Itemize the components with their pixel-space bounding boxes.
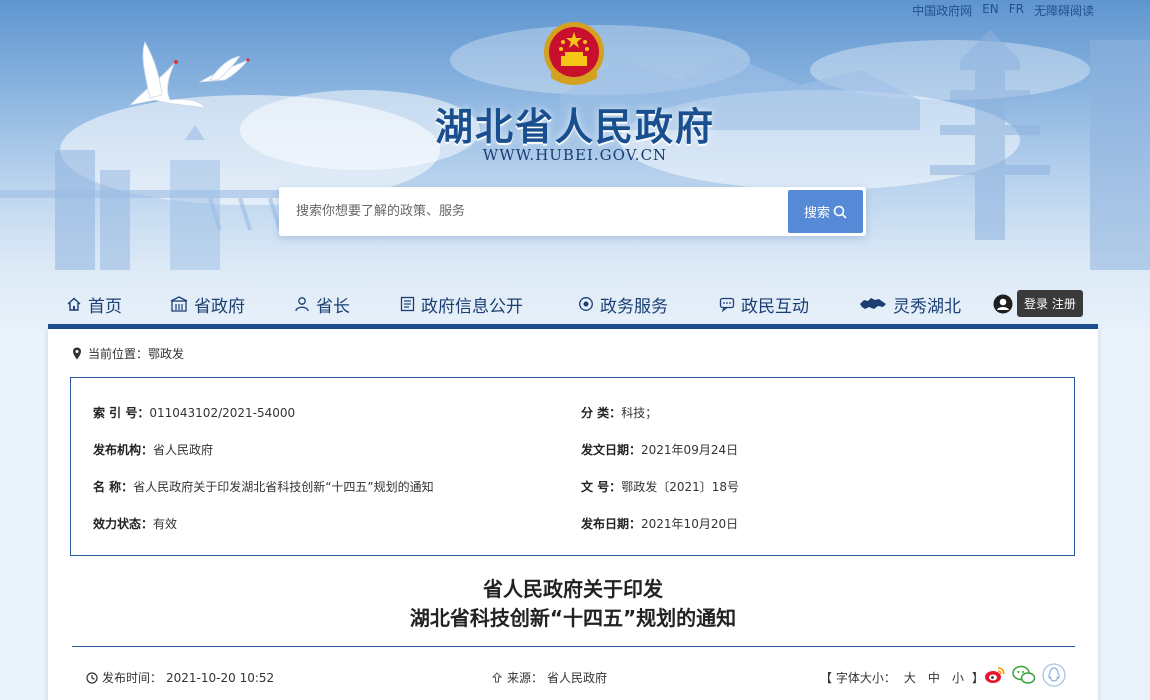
search-icon: [833, 205, 847, 219]
chat-icon: [719, 297, 735, 312]
link-gov-cn[interactable]: 中国政府网: [912, 2, 972, 19]
meta-index-value: 011043102/2021-54000: [149, 406, 296, 420]
meta-status-label: 效力状态：: [93, 517, 154, 531]
meta-category: 分 类：科技；: [581, 404, 657, 421]
weibo-share-icon[interactable]: [984, 665, 1006, 685]
publish-time: 发布时间： 2021-10-20 10:52: [86, 669, 274, 686]
nav-item-gov-services[interactable]: 政务服务: [578, 292, 668, 317]
meta-index: 索 引 号：011043102/2021-54000: [93, 404, 295, 421]
source-label: 来源：: [507, 671, 544, 685]
meta-issuer-label: 发布机构：: [93, 443, 154, 457]
search-button-label: 搜索: [803, 206, 830, 221]
nav-item-provincial-gov[interactable]: 省政府: [170, 292, 245, 317]
meta-publish-date-label: 发布日期：: [581, 517, 642, 531]
meta-name: 名 称：省人民政府关于印发湖北省科技创新“十四五”规划的通知: [93, 478, 434, 495]
font-size-control: 【 字体大小： 大 中 小 】: [820, 669, 984, 686]
nav-item-label: 省长: [316, 296, 350, 317]
meta-doc-number-value: 鄂政发〔2021〕18号: [621, 480, 739, 494]
national-emblem-icon: [544, 22, 604, 85]
font-size-large[interactable]: 大: [904, 669, 916, 686]
document-metadata-box: 索 引 号：011043102/2021-54000 分 类：科技； 发布机构：…: [70, 377, 1075, 556]
breadcrumb-label: 当前位置：: [88, 347, 149, 361]
meta-issuer-value: 省人民政府: [153, 443, 214, 457]
search-button[interactable]: 搜索: [788, 190, 863, 233]
meta-doc-date: 发文日期：2021年09月24日: [581, 441, 738, 458]
qzone-share-icon[interactable]: [1042, 663, 1066, 687]
document-icon: [400, 296, 415, 312]
font-size-medium[interactable]: 中: [928, 669, 940, 686]
source-icon: [491, 671, 503, 682]
location-pin-icon: [73, 347, 81, 360]
link-accessibility[interactable]: 无障碍阅读: [1034, 2, 1094, 19]
meta-publish-date: 发布日期：2021年10月20日: [581, 515, 738, 532]
link-french[interactable]: FR: [1009, 2, 1024, 19]
publish-time-label: 发布时间：: [102, 671, 163, 685]
nav-item-label: 政务服务: [600, 296, 668, 317]
nav-item-lingxiu-hubei[interactable]: 灵秀湖北: [859, 292, 961, 317]
home-icon: [67, 297, 81, 311]
link-english[interactable]: EN: [982, 2, 999, 19]
font-size-end: 】: [971, 671, 984, 685]
search-bar: 搜索: [279, 187, 866, 236]
source: 来源： 省人民政府: [491, 669, 607, 686]
building-icon: [170, 296, 188, 312]
font-size-small[interactable]: 小: [952, 669, 964, 686]
title-divider: [72, 646, 1075, 647]
nav-item-home[interactable]: 首页: [66, 292, 122, 317]
article-panel: 当前位置：鄂政发 索 引 号：011043102/2021-54000 分 类：…: [48, 329, 1098, 700]
nav-item-label: 政民互动: [741, 296, 809, 317]
source-value: 省人民政府: [547, 671, 608, 685]
meta-index-label: 索 引 号：: [93, 406, 150, 420]
nav-item-info-disclosure[interactable]: 政府信息公开: [400, 292, 523, 317]
nav-item-interaction[interactable]: 政民互动: [719, 292, 809, 317]
nav-item-label: 政府信息公开: [421, 296, 523, 317]
meta-category-label: 分 类：: [581, 406, 622, 420]
search-input[interactable]: [282, 190, 788, 233]
site-url: WWW.HUBEI.GOV.CN: [482, 146, 668, 164]
share-icons: [984, 663, 1066, 687]
wechat-share-icon[interactable]: [1012, 665, 1036, 685]
clock-icon: [86, 671, 98, 684]
nav-item-label: 省政府: [194, 296, 245, 317]
meta-name-label: 名 称：: [93, 480, 134, 494]
document-title-line1: 省人民政府关于印发: [483, 577, 663, 601]
service-icon: [579, 297, 593, 311]
meta-doc-number: 文 号：鄂政发〔2021〕18号: [581, 478, 739, 495]
site-title: 湖北省人民政府: [434, 105, 715, 149]
meta-name-value: 省人民政府关于印发湖北省科技创新“十四五”规划的通知: [133, 480, 434, 494]
publish-time-value: 2021-10-20 10:52: [166, 670, 275, 685]
meta-publish-date-value: 2021年10月20日: [641, 517, 739, 531]
meta-category-value: 科技；: [621, 406, 658, 420]
nav-item-label: 首页: [88, 296, 122, 317]
breadcrumb: 当前位置：鄂政发: [72, 345, 184, 362]
meta-doc-date-value: 2021年09月24日: [641, 443, 739, 457]
nav-item-governor[interactable]: 省长: [294, 292, 350, 317]
hubei-map-icon: [860, 298, 886, 309]
document-title-line2: 湖北省科技创新“十四五”规划的通知: [409, 606, 737, 630]
main-nav: 首页 省政府 省长 政府信息公开 政务服务 政民互动 灵秀湖北: [48, 284, 1098, 324]
user-avatar-icon[interactable]: [993, 294, 1013, 314]
nav-item-label: 灵秀湖北: [893, 296, 961, 317]
top-links: 中国政府网 EN FR 无障碍阅读: [912, 2, 1094, 19]
breadcrumb-current[interactable]: 鄂政发: [148, 347, 184, 361]
meta-status-value: 有效: [153, 517, 178, 531]
login-register-button[interactable]: 登录 注册: [1017, 290, 1083, 317]
font-size-label: 【 字体大小：: [820, 671, 896, 685]
meta-status: 效力状态：有效: [93, 515, 177, 532]
meta-issuer: 发布机构：省人民政府: [93, 441, 213, 458]
login-area: 登录 注册: [993, 290, 1083, 317]
header-banner: 中国政府网 EN FR 无障碍阅读 湖北省人民政府 WWW.HUBEI.GOV.…: [0, 0, 1150, 330]
meta-doc-date-label: 发文日期：: [581, 443, 642, 457]
person-icon: [295, 297, 309, 312]
meta-doc-number-label: 文 号：: [581, 480, 622, 494]
